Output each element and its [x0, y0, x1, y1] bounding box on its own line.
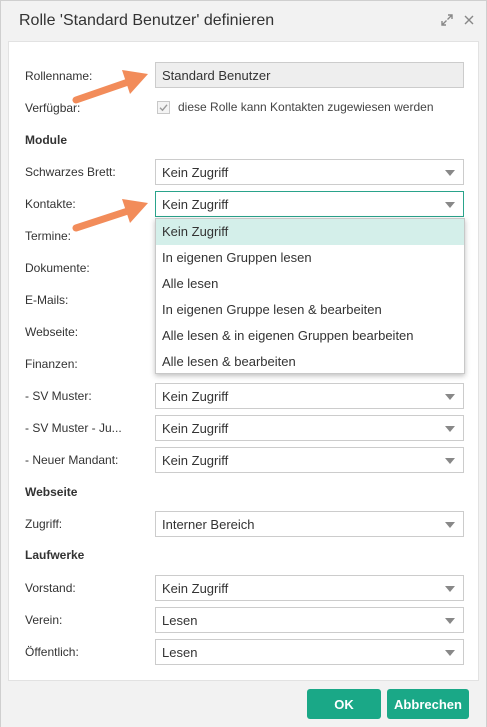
laufwerke-label-oeffentlich: Öffentlich: — [25, 645, 79, 659]
dialog-title: Rolle 'Standard Benutzer' definieren — [19, 12, 275, 29]
verfuegbar-checkbox-row[interactable]: diese Rolle kann Kontakten zugewiesen we… — [157, 100, 434, 114]
module-label-sv-muster-ju: - SV Muster - Ju... — [25, 421, 122, 435]
caret-down-icon — [445, 202, 455, 208]
caret-down-icon — [445, 170, 455, 176]
caret-down-icon — [445, 586, 455, 592]
caret-down-icon — [445, 618, 455, 624]
module-label-termine: Termine: — [25, 229, 72, 243]
rollenname-input[interactable]: Standard Benutzer — [155, 62, 464, 88]
module-label-emails: E-Mails: — [25, 293, 69, 307]
rollenname-label: Rollenname: — [25, 69, 93, 83]
checkmark-icon — [159, 103, 168, 111]
verfuegbar-checkbox[interactable] — [157, 100, 170, 114]
select-value: Kein Zugriff — [162, 165, 229, 180]
select-vorstand[interactable]: Kein Zugriff — [155, 575, 464, 601]
dropdown-option-eigene-gruppe-lesen-bearbeiten[interactable]: In eigenen Gruppe lesen & bearbeiten — [156, 297, 464, 323]
dropdown-option-alle-lesen[interactable]: Alle lesen — [156, 271, 464, 297]
ok-button[interactable]: OK — [307, 689, 381, 719]
module-label-dokumente: Dokumente: — [25, 261, 90, 275]
select-value: Kein Zugriff — [162, 453, 229, 468]
select-verein[interactable]: Lesen — [155, 607, 464, 633]
select-sv-muster[interactable]: Kein Zugriff — [155, 383, 464, 409]
select-sv-muster-ju[interactable]: Kein Zugriff — [155, 415, 464, 441]
module-label-finanzen: Finanzen: — [25, 357, 78, 371]
module-label-webseite: Webseite: — [25, 325, 79, 339]
select-value: Lesen — [162, 645, 198, 660]
module-label-sv-muster: - SV Muster: — [25, 389, 92, 403]
select-neuer-mandant[interactable]: Kein Zugriff — [155, 447, 464, 473]
select-value: Kein Zugriff — [162, 581, 229, 596]
verfuegbar-label: Verfügbar: — [25, 101, 81, 115]
verfuegbar-checkbox-label: diese Rolle kann Kontakten zugewiesen we… — [178, 100, 434, 114]
caret-down-icon — [445, 522, 455, 528]
select-value: Interner Bereich — [162, 517, 255, 532]
titlebar-controls — [440, 13, 476, 27]
dropdown-option-kein-zugriff[interactable]: Kein Zugriff — [156, 219, 464, 245]
select-kontakte[interactable]: Kein Zugriff — [155, 191, 464, 217]
form-panel: Rollenname: Standard Benutzer Verfügbar:… — [8, 41, 479, 681]
select-value: Lesen — [162, 613, 198, 628]
dropdown-option-eigene-gruppen-lesen[interactable]: In eigenen Gruppen lesen — [156, 245, 464, 271]
kontakte-dropdown-list: Kein Zugriff In eigenen Gruppen lesen Al… — [155, 218, 465, 374]
select-webseite-zugriff[interactable]: Interner Bereich — [155, 511, 464, 537]
dropdown-option-alle-lesen-eigene-bearbeiten[interactable]: Alle lesen & in eigenen Gruppen bearbeit… — [156, 323, 464, 349]
section-module: Module — [25, 133, 67, 147]
caret-down-icon — [445, 650, 455, 656]
section-laufwerke: Laufwerke — [25, 548, 85, 562]
caret-down-icon — [445, 426, 455, 432]
expand-icon[interactable] — [440, 13, 454, 27]
caret-down-icon — [445, 394, 455, 400]
module-label-schwarzes-brett: Schwarzes Brett: — [25, 165, 116, 179]
dialog-titlebar: Rolle 'Standard Benutzer' definieren — [1, 1, 486, 41]
select-value: Kein Zugriff — [162, 389, 229, 404]
caret-down-icon — [445, 458, 455, 464]
select-value: Kein Zugriff — [162, 197, 229, 212]
cancel-button[interactable]: Abbrechen — [387, 689, 469, 719]
select-value: Kein Zugriff — [162, 421, 229, 436]
select-schwarzes-brett[interactable]: Kein Zugriff — [155, 159, 464, 185]
dropdown-option-alle-lesen-bearbeiten[interactable]: Alle lesen & bearbeiten — [156, 349, 464, 375]
laufwerke-label-vorstand: Vorstand: — [25, 581, 76, 595]
section-webseite: Webseite — [25, 485, 78, 499]
module-label-neuer-mandant: - Neuer Mandant: — [25, 453, 119, 467]
role-dialog: Rolle 'Standard Benutzer' definieren Rol… — [0, 0, 487, 727]
select-oeffentlich[interactable]: Lesen — [155, 639, 464, 665]
laufwerke-label-verein: Verein: — [25, 613, 63, 627]
close-icon[interactable] — [462, 13, 476, 27]
dialog-footer: OK Abbrechen — [1, 683, 486, 727]
webseite-label-zugriff: Zugriff: — [25, 517, 63, 531]
module-label-kontakte: Kontakte: — [25, 197, 76, 211]
